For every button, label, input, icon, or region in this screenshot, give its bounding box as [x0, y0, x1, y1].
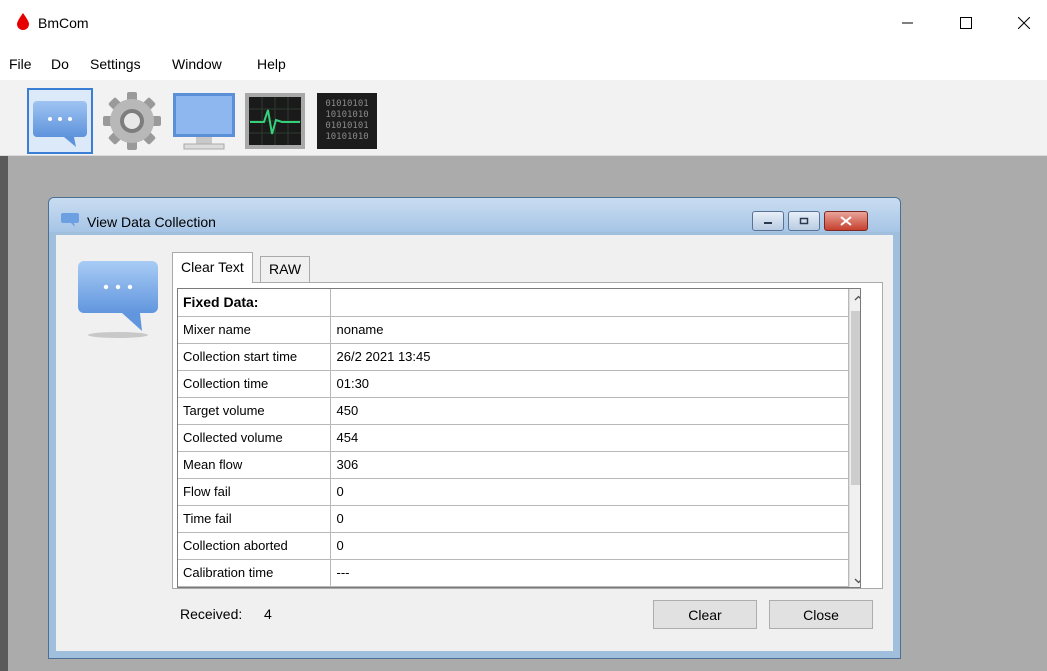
header-cell: Fixed Data:: [178, 289, 331, 317]
table-row[interactable]: Mixer name noname: [178, 316, 849, 344]
table-row[interactable]: Calibration time ---: [178, 559, 849, 587]
field-name-cell: Mean flow: [178, 451, 331, 479]
header-cell: [330, 289, 849, 317]
minimize-icon: [764, 222, 772, 224]
field-name-cell: Collected volume: [178, 424, 331, 452]
child-window-title: View Data Collection: [87, 214, 216, 230]
tab-panel: Fixed Data: Mixer name noname Collection…: [172, 282, 883, 589]
field-name-cell: Calibration time: [178, 559, 331, 587]
field-name-cell: Time fail: [178, 505, 331, 533]
vertical-scrollbar[interactable]: [849, 289, 860, 587]
field-value-cell: 26/2 2021 13:45: [330, 343, 849, 371]
table-header-row: Fixed Data:: [178, 289, 849, 317]
field-value-cell: 450: [330, 397, 849, 425]
field-value-cell: 454: [330, 424, 849, 452]
gear-icon: [103, 92, 161, 150]
raw-data-tool-button[interactable]: 01010101 10101010 01010101 10101010: [314, 88, 380, 154]
close-icon: [1018, 17, 1030, 29]
app-title: BmCom: [38, 15, 89, 31]
close-icon: [840, 216, 852, 226]
field-name-cell: [178, 586, 331, 587]
field-value-cell: 0: [330, 532, 849, 560]
table-row[interactable]: Collected volume 454: [178, 424, 849, 452]
binary-line: 10101010: [325, 132, 368, 142]
field-name-cell: Mixer name: [178, 316, 331, 344]
data-table: Fixed Data: Mixer name noname Collection…: [178, 289, 849, 587]
chevron-up-icon: [854, 295, 860, 300]
chat-bubble-icon: [33, 101, 87, 147]
menu-file[interactable]: File: [9, 56, 32, 72]
table-row[interactable]: Collection aborted 0: [178, 532, 849, 560]
view-data-collection-window: View Data Collection Clear Text RAW Fixe…: [48, 197, 901, 659]
field-value-cell: ---: [330, 559, 849, 587]
menu-window[interactable]: Window: [172, 56, 222, 72]
blood-drop-icon: [17, 13, 29, 30]
menu-do[interactable]: Do: [51, 56, 69, 72]
field-value-cell: 0: [330, 478, 849, 506]
table-row[interactable]: Flow fail 0: [178, 478, 849, 506]
scroll-thumb[interactable]: [851, 311, 860, 485]
chat-bubble-icon: [61, 213, 79, 227]
binary-line: 01010101: [325, 99, 368, 109]
data-grid[interactable]: Fixed Data: Mixer name noname Collection…: [177, 288, 861, 588]
scroll-up-button[interactable]: [850, 289, 860, 306]
scroll-down-button[interactable]: [850, 572, 860, 587]
child-maximize-button[interactable]: [788, 211, 820, 231]
field-value-cell: 01:30: [330, 370, 849, 398]
field-value-cell: 306: [330, 451, 849, 479]
field-name-cell: Collection aborted: [178, 532, 331, 560]
binary-line: 01010101: [325, 121, 368, 131]
tab-raw[interactable]: RAW: [260, 256, 311, 283]
received-count: 4: [264, 606, 272, 622]
table-row[interactable]: Time fail 0: [178, 505, 849, 533]
child-minimize-button[interactable]: [752, 211, 784, 231]
heartbeat-monitor-icon: [245, 93, 305, 149]
menu-help[interactable]: Help: [257, 56, 286, 72]
table-row[interactable]: Collection start time 26/2 2021 13:45: [178, 343, 849, 371]
table-row[interactable]: Collection time 01:30: [178, 370, 849, 398]
chevron-down-icon: [854, 578, 860, 583]
maximize-icon: [960, 17, 972, 29]
menu-bar: File Do Settings Window Help: [0, 46, 1047, 80]
maximize-button[interactable]: [943, 0, 989, 46]
toolbar: 01010101 10101010 01010101 10101010: [0, 80, 1047, 156]
field-value-cell: [330, 586, 849, 587]
binary-data-icon: 01010101 10101010 01010101 10101010: [317, 93, 377, 149]
table-row[interactable]: [178, 586, 849, 587]
monitoring-tool-button[interactable]: [242, 88, 308, 154]
display-tool-button[interactable]: [171, 88, 237, 154]
close-dialog-button[interactable]: Close: [769, 600, 873, 629]
field-name-cell: Collection start time: [178, 343, 331, 371]
field-name-cell: Collection time: [178, 370, 331, 398]
table-row[interactable]: Mean flow 306: [178, 451, 849, 479]
binary-line: 10101010: [325, 110, 368, 120]
maximize-icon: [799, 217, 809, 225]
tab-clear-text[interactable]: Clear Text: [172, 252, 253, 283]
table-row[interactable]: Target volume 450: [178, 397, 849, 425]
minimize-icon: [902, 22, 913, 24]
child-close-button[interactable]: [824, 211, 868, 231]
received-label: Received:: [180, 606, 243, 622]
field-value-cell: 0: [330, 505, 849, 533]
title-bar: BmCom: [0, 0, 1047, 46]
minimize-button[interactable]: [885, 0, 931, 46]
chat-bubble-icon: [78, 261, 158, 338]
field-name-cell: Target volume: [178, 397, 331, 425]
monitor-icon: [173, 93, 235, 150]
view-data-tool-button[interactable]: [27, 88, 93, 154]
clear-button[interactable]: Clear: [653, 600, 757, 629]
field-name-cell: Flow fail: [178, 478, 331, 506]
settings-tool-button[interactable]: [99, 88, 165, 154]
child-window-title-bar[interactable]: View Data Collection: [49, 198, 900, 232]
menu-settings[interactable]: Settings: [90, 56, 141, 72]
close-button[interactable]: [1001, 0, 1047, 46]
field-value-cell: noname: [330, 316, 849, 344]
child-window-content: Clear Text RAW Fixed Data: Mixer name no…: [56, 235, 893, 651]
